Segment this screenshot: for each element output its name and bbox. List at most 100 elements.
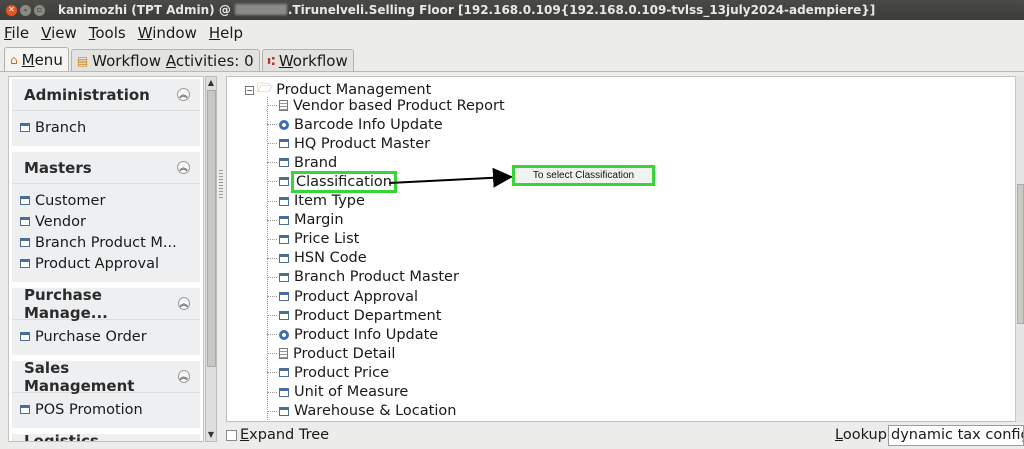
tree-node-label: HSN Code <box>294 250 367 267</box>
close-window-button[interactable]: ✕ <box>6 4 17 16</box>
minimize-window-button[interactable]: – <box>20 4 31 16</box>
tree-node-label: Classification <box>291 170 397 193</box>
tree-node-label: Barcode Info Update <box>294 116 443 133</box>
tree-node-brand[interactable]: Brand <box>267 153 337 172</box>
collapse-icon[interactable]: ︽ <box>177 88 190 101</box>
expand-tree-checkbox[interactable]: Expand Tree <box>226 427 329 443</box>
window-icon <box>279 253 289 263</box>
tab-menu[interactable]: ⌂ Menu <box>4 47 69 71</box>
tree-node-item-type[interactable]: Item Type <box>267 192 365 211</box>
tree-node-price-list[interactable]: Price List <box>267 230 359 249</box>
tab-workflow-label: Workflow <box>278 51 348 70</box>
tree-node-product-detail[interactable]: Product Detail <box>267 344 395 363</box>
tab-workflow-activities[interactable]: ▤ Workflow Activities: 0 <box>70 49 260 71</box>
tree-node-product-approval[interactable]: Product Approval <box>267 287 418 306</box>
tree-node-product-price[interactable]: Product Price <box>267 363 389 382</box>
tree-node-product-department[interactable]: Product Department <box>267 306 441 325</box>
group-masters: Masters ︽ Customer Vendor Branch Product … <box>12 152 200 282</box>
tree-node-margin[interactable]: Margin <box>267 211 344 230</box>
tree-node-label: Product Detail <box>293 345 396 362</box>
window-icon <box>279 158 289 168</box>
maximize-window-button[interactable]: ▫ <box>34 4 45 16</box>
window-icon <box>279 406 289 416</box>
menu-file[interactable]: File <box>4 24 29 42</box>
tree-node-label: Product Price <box>294 364 390 381</box>
sidebar-scrollbar[interactable]: ▲ ▼ <box>205 76 217 442</box>
collapse-node-icon[interactable]: − <box>245 85 254 95</box>
workflow-icon: ⑆ <box>267 53 275 68</box>
menu-bar: File View Tools Window Help <box>0 20 1024 46</box>
home-icon: ⌂ <box>10 52 18 67</box>
tree-node-label: Margin <box>294 212 344 229</box>
menu-view[interactable]: View <box>41 24 77 42</box>
main-tabs: ⌂ Menu ▤ Workflow Activities: 0 ⑆ Workfl… <box>0 47 1024 72</box>
lookup-input[interactable]: dynamic tax config <box>888 425 1024 446</box>
tree-node-vendor-based-product-report[interactable]: Vendor based Product Report <box>267 96 505 115</box>
calendar-icon: ▤ <box>76 53 89 68</box>
menu-help[interactable]: Help <box>209 24 243 42</box>
window-icon <box>279 368 289 378</box>
menu-tools[interactable]: Tools <box>89 24 126 42</box>
report-icon <box>279 348 288 360</box>
tree-node-label: Product Department <box>294 307 442 324</box>
window-icon <box>279 215 289 225</box>
tree-node-hq-product-master[interactable]: HQ Product Master <box>267 134 430 153</box>
tree-node-label: Warehouse & Location <box>294 403 457 420</box>
sidebar-item-customer[interactable]: Customer <box>20 190 192 211</box>
scroll-thumb[interactable] <box>1017 184 1024 324</box>
tree-node-unit-of-measure[interactable]: Unit of Measure <box>267 383 408 402</box>
window-icon <box>279 196 289 206</box>
group-header[interactable]: Masters ︽ <box>12 152 200 184</box>
window-icon <box>20 238 30 247</box>
tree-scrollbar[interactable] <box>1015 76 1024 422</box>
group-title: Masters <box>24 158 92 177</box>
sidebar-item-branch[interactable]: Branch <box>20 117 192 138</box>
report-icon <box>279 100 288 111</box>
tree-node-branch-product-master[interactable]: Branch Product Master <box>267 268 459 287</box>
group-title: Sales Management <box>24 358 135 395</box>
tree-node-hsn-code[interactable]: HSN Code <box>267 249 367 268</box>
window-icon <box>279 139 289 149</box>
sidebar-item-purchase-order[interactable]: Purchase Order <box>20 326 192 347</box>
tab-workflow[interactable]: ⑆ Workflow <box>261 49 354 71</box>
tree-node-classification[interactable]: Classification <box>267 170 397 193</box>
tree-node-product-info-update[interactable]: Product Info Update <box>267 325 438 344</box>
splitter-handle[interactable] <box>219 170 223 200</box>
favorites-sidebar: Administration ︽ Branch Masters ︽ Customer… <box>8 76 204 442</box>
window-icon <box>279 292 289 301</box>
tree-node-barcode-info-update[interactable]: Barcode Info Update <box>267 115 443 134</box>
group-purchase-management: Purchase Manage... ︽ Purchase Order <box>12 286 200 355</box>
tree-node-label: Price List <box>294 231 360 248</box>
group-header[interactable]: Sales Management ︽ <box>12 358 200 395</box>
scroll-up-icon[interactable]: ▲ <box>206 77 216 89</box>
tree-node-label: Branch Product Master <box>294 269 459 286</box>
group-administration: Administration ︽ Branch <box>12 79 200 146</box>
annotation-callout: To select Classification <box>512 165 655 186</box>
sidebar-item-product-approval[interactable]: Product Approval <box>20 253 192 274</box>
menu-tree: − 🗁 Product Management Vendor based Prod… <box>226 76 1016 422</box>
window-icon <box>279 311 289 321</box>
tree-node-warehouse-location[interactable]: Warehouse & Location <box>267 402 456 421</box>
collapse-icon[interactable]: ︽ <box>177 297 190 310</box>
menu-window[interactable]: Window <box>138 24 197 42</box>
checkbox-icon[interactable] <box>226 429 237 441</box>
window-icon <box>20 259 30 268</box>
scroll-thumb[interactable] <box>207 90 216 367</box>
lookup-label: Lookup <box>835 427 887 443</box>
window-icon <box>20 405 30 414</box>
tab-menu-label: Menu <box>21 50 63 69</box>
collapse-icon[interactable]: ︽ <box>177 370 190 383</box>
collapse-icon[interactable]: ︽ <box>177 161 190 174</box>
group-sales-management: Sales Management ︽ POS Promotion <box>12 358 200 428</box>
sidebar-item-pos-promotion[interactable]: POS Promotion <box>20 399 192 420</box>
window-icon <box>20 196 30 205</box>
tab-workflow-activities-label: Workflow Activities: 0 <box>92 51 254 70</box>
tree-node-label: HQ Product Master <box>294 135 431 152</box>
sidebar-item-vendor[interactable]: Vendor <box>20 211 192 232</box>
window-icon <box>20 217 30 226</box>
group-header[interactable]: Purchase Manage... ︽ <box>12 286 200 322</box>
tree-node-label: Vendor based Product Report <box>293 97 505 114</box>
sidebar-item-branch-product-master[interactable]: Branch Product M... <box>20 232 192 253</box>
group-header[interactable]: Administration ︽ <box>12 79 200 111</box>
window-icon <box>279 177 289 187</box>
